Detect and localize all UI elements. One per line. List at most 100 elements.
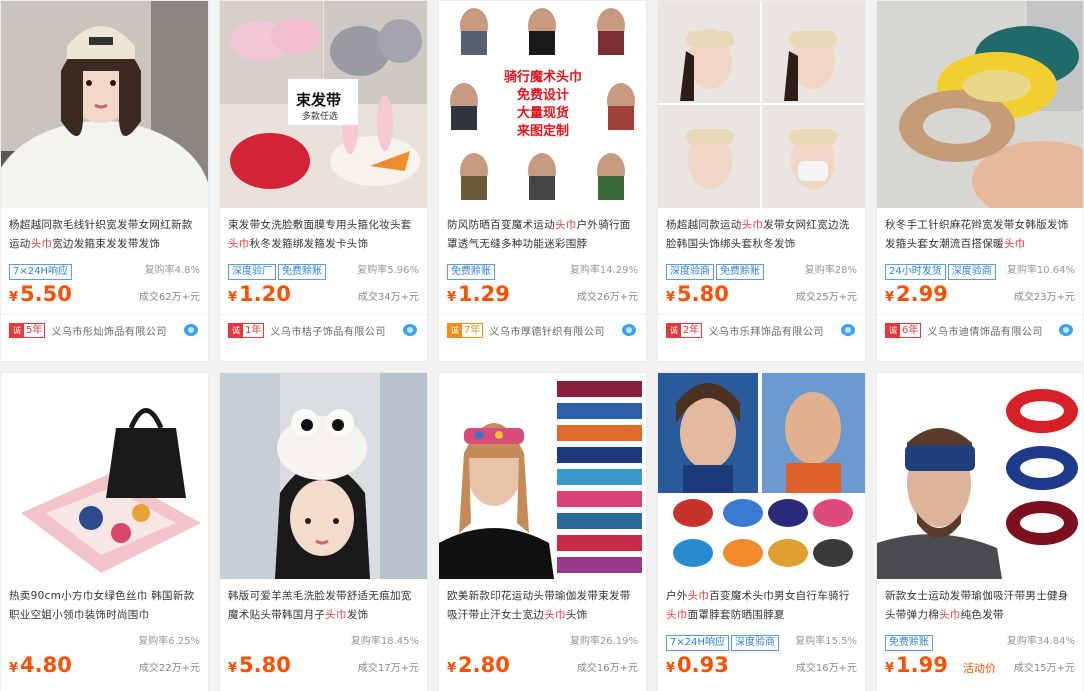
product-title[interactable]: 束发带女洗脸敷面膜专用头箍化妆头套头巾秋冬发箍绑发箍发卡头饰 [220,216,427,254]
product-title[interactable]: 户外头巾百变魔术头巾男女自行车骑行头巾面罩脖套防晒围脖夏 [658,587,865,625]
product-card[interactable]: 秋冬手工针织麻花辫宽发带女韩版发饰发箍头套女潮流百搭保暖头巾 24小时发货 深度验… [876,0,1084,362]
credit-icon: 诚 [886,323,900,337]
product-title[interactable]: 欧美新款印花运动头带瑜伽发带束发带吸汗带止汗女士宽边头巾头饰 [439,587,646,625]
repurchase-rate: 复购率4.8% [144,265,200,276]
shop-name-link[interactable]: 义乌市彤灿饰品有限公司 [51,323,167,338]
chat-icon[interactable] [622,324,636,336]
price-row: ¥2.80 成交16万+元 [439,650,646,680]
product-title[interactable]: 杨超越同款运动头巾发带女网红宽边洗脸韩国头饰绑头套秋冬发饰 [658,216,865,254]
chat-icon[interactable] [184,324,198,336]
shop-row: 诚 7年 义乌市厚德针织有限公司 [439,315,646,345]
product-image[interactable]: 骑行魔术头巾 免费设计 大量现货 来图定制 [439,1,646,208]
service-tag: 免费赊账 [885,635,933,651]
product-card[interactable]: 束发带 多款任选 束发带女洗脸敷面膜专用头箍化妆头套头巾秋冬发箍绑发箍发卡头饰 … [219,0,428,362]
product-card[interactable]: 欧美新款印花运动头带瑜伽发带束发带吸汗带止汗女士宽边头巾头饰 复购率26.19%… [438,372,647,691]
product-card[interactable]: 骑行魔术头巾 免费设计 大量现货 来图定制 防风防晒百变魔术运动头巾户外骑行面罩… [438,0,647,362]
service-tag: 深度验厂 [228,264,276,280]
service-tag: 24小时发货 [885,264,946,280]
service-tag: 免费赊账 [447,264,495,280]
image-overlay-text: 骑行魔术头巾 免费设计 大量现货 来图定制 [503,70,582,139]
product-title[interactable]: 新款女士运动发带瑜伽吸汗带男士健身头带弹力棉头巾纯色发带 [877,587,1083,625]
service-tag: 深度验商 [947,264,996,280]
product-card[interactable]: 热卖90cm小方巾女绿色丝巾 韩国新款职业空姐小领巾装饰时尚围巾 复购率6.25… [0,372,209,691]
product-image[interactable] [658,1,865,208]
price: ¥5.80 [666,282,729,306]
product-image[interactable] [877,1,1083,208]
service-tag: 免费赊账 [278,264,326,280]
product-image[interactable] [439,373,646,579]
product-image[interactable]: 束发带 多款任选 [220,1,427,208]
credit-badge: 诚 1年 [228,322,265,338]
chat-icon[interactable] [403,324,417,336]
price-row: ¥2.99 成交23万+元 [877,279,1083,309]
service-tags: 深度验商 免费赊账 复购率28% [658,259,865,280]
product-card[interactable]: 杨超越同款毛线针织宽发带女网红新款运动头巾宽边发箍束发发带发饰 7×24H响应 … [0,0,209,362]
price: ¥5.80 [228,653,291,677]
service-tag: 7×24H响应 [666,635,729,651]
shop-name-link[interactable]: 义乌市迪倩饰品有限公司 [927,323,1043,338]
price: ¥4.80 [9,653,72,677]
repurchase-rate: 复购率18.45% [350,636,419,647]
shop-name-link[interactable]: 义乌市乐拜饰品有限公司 [708,323,824,338]
sales-volume: 成交26万+元 [576,292,638,303]
service-tags: 24小时发货 深度验商 复购率10.64% [877,259,1083,280]
shop-name-link[interactable]: 义乌市桔子饰品有限公司 [270,323,386,338]
credit-icon: 诚 [667,323,681,337]
credit-icon: 诚 [10,323,24,337]
price: ¥1.29 [447,282,510,306]
service-tags: 7×24H响应 复购率4.8% [1,259,208,280]
credit-badge: 诚 6年 [885,322,922,338]
repurchase-rate: 复购率14.29% [569,265,638,276]
product-card[interactable]: 杨超越同款运动头巾发带女网红宽边洗脸韩国头饰绑头套秋冬发饰 深度验商 免费赊账 复… [657,0,866,362]
credit-badge: 诚 2年 [666,322,703,338]
shop-row: 诚 2年 义乌市乐拜饰品有限公司 [658,315,865,345]
repurchase-rate: 复购率6.25% [138,636,200,647]
promo-label: 活动价 [962,662,996,675]
product-title[interactable]: 杨超越同款毛线针织宽发带女网红新款运动头巾宽边发箍束发发带发饰 [1,216,208,254]
price: ¥1.20 [228,282,291,306]
product-image[interactable] [220,373,427,579]
image-overlay-title: 束发带 [296,91,342,109]
repurchase-rate: 复购率15.5% [795,636,857,647]
chat-icon[interactable] [1059,324,1073,336]
sales-volume: 成交25万+元 [795,292,857,303]
sales-volume: 成交15万+元 [1013,663,1075,674]
service-tags: 复购率6.25% [1,630,208,648]
price-row: ¥4.80 成交22万+元 [1,650,208,680]
service-tag: 7×24H响应 [9,264,72,280]
product-title[interactable]: 热卖90cm小方巾女绿色丝巾 韩国新款职业空姐小领巾装饰时尚围巾 [1,587,208,625]
service-tags: 深度验厂 免费赊账 复购率5.96% [220,259,427,280]
service-tags: 免费赊账 复购率14.29% [439,259,646,280]
product-image[interactable] [1,1,208,208]
product-title[interactable]: 防风防晒百变魔术运动头巾户外骑行面罩透气无缝多种功能迷彩围脖 [439,216,646,254]
product-image[interactable] [1,373,208,579]
price-row: ¥5.80 成交25万+元 [658,279,865,309]
price: ¥0.93 [666,653,729,677]
product-image[interactable] [658,373,865,579]
sales-volume: 成交22万+元 [138,663,200,674]
product-image[interactable] [877,373,1083,579]
price-row: ¥5.50 成交62万+元 [1,279,208,309]
service-tag: 深度验商 [731,635,779,651]
product-title[interactable]: 秋冬手工针织麻花辫宽发带女韩版发饰发箍头套女潮流百搭保暖头巾 [877,216,1083,254]
shop-row: 诚 5年 义乌市彤灿饰品有限公司 [1,315,208,345]
shop-name-link[interactable]: 义乌市厚德针织有限公司 [489,323,605,338]
repurchase-rate: 复购率28% [804,265,857,276]
price: ¥1.99 [885,653,948,677]
price-row: ¥1.99 活动价 成交15万+元 [877,650,1083,680]
repurchase-rate: 复购率26.19% [569,636,638,647]
shop-row: 诚 1年 义乌市桔子饰品有限公司 [220,315,427,345]
sales-volume: 成交34万+元 [357,292,419,303]
product-title[interactable]: 韩版可爱羊羔毛洗脸发带舒适无痕加宽魔术贴头带韩国月子头巾发饰 [220,587,427,625]
service-tag: 免费赊账 [716,264,764,280]
product-grid: 杨超越同款毛线针织宽发带女网红新款运动头巾宽边发箍束发发带发饰 7×24H响应 … [0,0,1084,691]
price-row: ¥0.93 成交16万+元 [658,650,865,680]
chat-icon[interactable] [841,324,855,336]
shop-row: 诚 6年 义乌市迪倩饰品有限公司 [877,315,1083,345]
credit-badge: 诚 5年 [9,322,46,338]
service-tags: 免费赊账 复购率34.84% [877,630,1083,651]
price-row: ¥5.80 成交17万+元 [220,650,427,680]
product-card[interactable]: 新款女士运动发带瑜伽吸汗带男士健身头带弹力棉头巾纯色发带 免费赊账 复购率34.… [876,372,1084,691]
product-card[interactable]: 户外头巾百变魔术头巾男女自行车骑行头巾面罩脖套防晒围脖夏 7×24H响应 深度验商… [657,372,866,691]
product-card[interactable]: 韩版可爱羊羔毛洗脸发带舒适无痕加宽魔术贴头带韩国月子头巾发饰 复购率18.45%… [219,372,428,691]
